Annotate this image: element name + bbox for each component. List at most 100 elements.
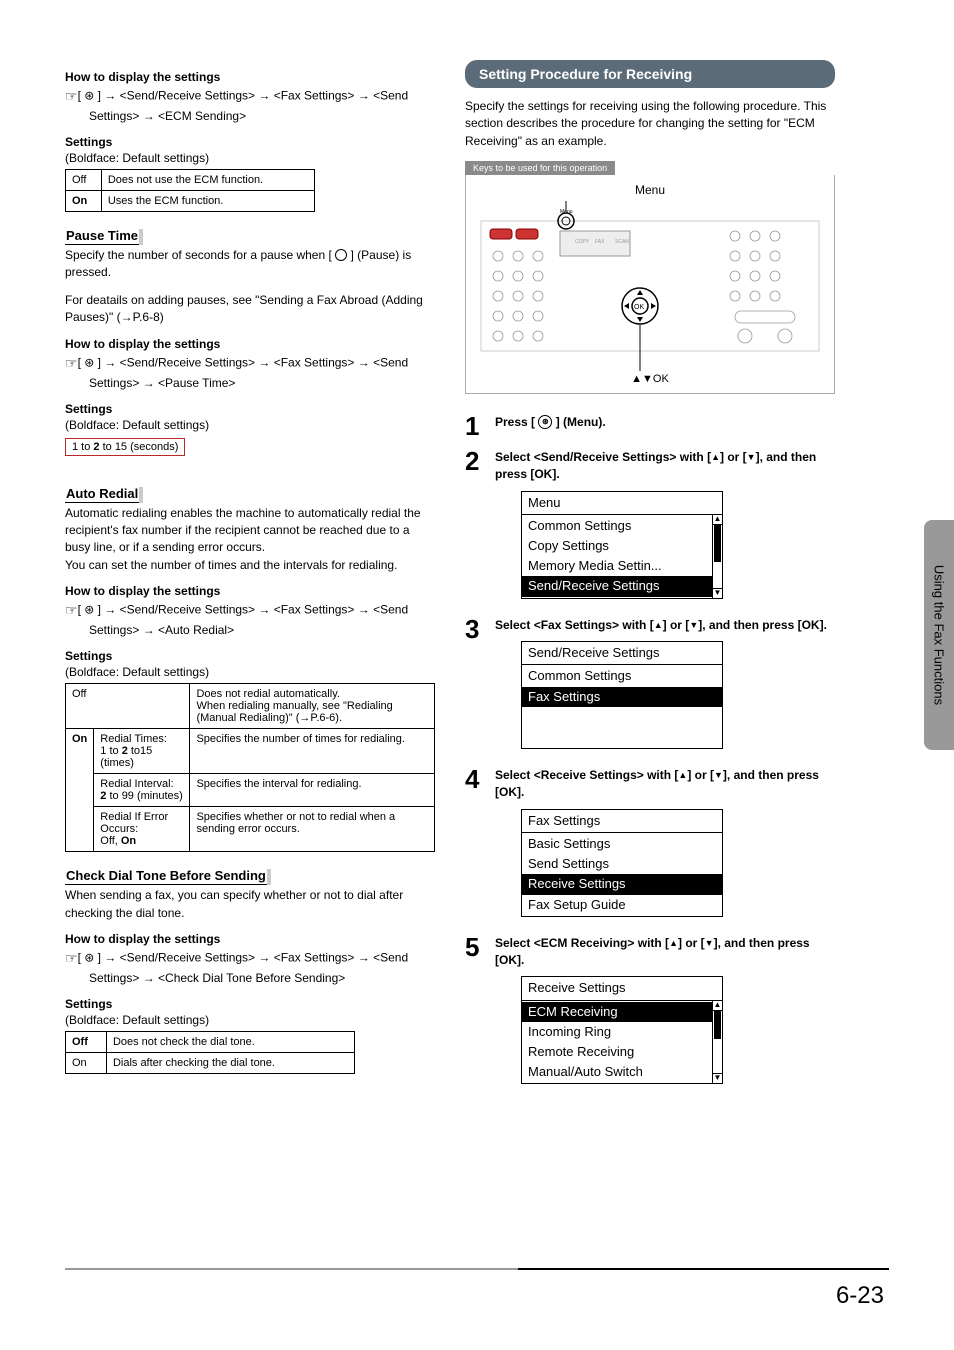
menu-item: Copy Settings [522, 536, 712, 556]
cell: Redial If Error Occurs:Off, On [94, 807, 190, 852]
menu-items: Common Settings Copy Settings Memory Med… [522, 515, 712, 598]
path-text: [ ⊛ ] → <Send/Receive Settings> → <Fax S… [78, 603, 409, 637]
step-text: Select <Send/Receive Settings> with [] o… [495, 450, 816, 481]
step-2: Select <Send/Receive Settings> with [] o… [465, 449, 835, 599]
triangle-down-icon [705, 936, 714, 950]
settings-heading: Settings [65, 402, 435, 416]
svg-text:COPY: COPY [575, 239, 590, 245]
page-number: 6-23 [836, 1282, 884, 1310]
path-text: [ ⊛ ] → <Send/Receive Settings> → <Fax S… [78, 89, 409, 123]
cell-off: Off [66, 684, 190, 729]
footer-line [65, 1268, 889, 1270]
svg-text:OK: OK [634, 304, 644, 311]
cell: Dials after checking the dial tone. [106, 1052, 354, 1073]
auto-redial-table: Off Does not redial automatically. When … [65, 683, 435, 852]
cell-off-desc: Does not redial automatically. When redi… [190, 684, 435, 729]
side-tab-label: Using the Fax Functions [932, 565, 947, 705]
section-heading-pause: Pause Time [65, 228, 435, 243]
menu-title: Send/Receive Settings [522, 642, 722, 665]
cell: Uses the ECM function. [101, 191, 314, 212]
menu-title: Menu [522, 492, 722, 515]
cell: Does not use the ECM function. [101, 170, 314, 191]
cell: Does not check the dial tone. [106, 1031, 354, 1052]
keys-box: Keys to be used for this operation Menu [465, 160, 835, 394]
step-3: Select <Fax Settings> with [] or [], and… [465, 617, 835, 750]
settings-heading: Settings [65, 997, 435, 1011]
reference-icon [65, 951, 78, 965]
ecm-path: [ ⊛ ] → <Send/Receive Settings> → <Fax S… [65, 86, 435, 125]
heading-text: Pause Time [65, 227, 141, 245]
cell: Specifies the number of times for redial… [190, 729, 435, 774]
ecm-table: OffDoes not use the ECM function. OnUses… [65, 169, 315, 212]
pause-range: 1 to 2 to 15 (seconds) [65, 438, 185, 456]
boldface-note: (Boldface: Default settings) [65, 151, 435, 165]
triangle-up-icon [678, 768, 687, 782]
auto-redial-intro: Automatic redialing enables the machine … [65, 505, 435, 575]
pause-path: [ ⊛ ] → <Send/Receive Settings> → <Fax S… [65, 353, 435, 392]
cell: Off [66, 170, 102, 191]
section-heading-dial-tone: Check Dial Tone Before Sending [65, 868, 435, 883]
menu-item: Fax Setup Guide [522, 895, 722, 915]
menu-item: Manual/Auto Switch [522, 1062, 712, 1082]
menu-items: Common Settings Fax Settings [522, 665, 722, 748]
page: How to display the settings [ ⊛ ] → <Sen… [0, 0, 954, 1350]
reference-icon [65, 355, 78, 369]
dial-tone-path: [ ⊛ ] → <Send/Receive Settings> → <Fax S… [65, 948, 435, 987]
steps: Press [ ⊛ ] (Menu). Select <Send/Receive… [465, 414, 835, 1084]
how-heading: How to display the settings [65, 337, 435, 351]
right-intro: Specify the settings for receiving using… [465, 98, 835, 150]
boldface-note: (Boldface: Default settings) [65, 418, 435, 432]
cell: Off [66, 1031, 107, 1052]
menu-item-selected: Receive Settings [522, 874, 722, 894]
cell: Redial Interval:2 to 99 (minutes) [94, 774, 190, 807]
auto-redial-path: [ ⊛ ] → <Send/Receive Settings> → <Fax S… [65, 600, 435, 639]
how-heading: How to display the settings [65, 584, 435, 598]
section-heading-auto-redial: Auto Redial [65, 486, 435, 501]
section-bar: Setting Procedure for Receiving [465, 60, 835, 88]
menu-items: ECM Receiving Incoming Ring Remote Recei… [522, 1001, 712, 1084]
scroll-up-icon: ▲ [713, 515, 722, 525]
side-tab: Using the Fax Functions [924, 520, 954, 750]
menu-item-selected: Send/Receive Settings [522, 576, 712, 596]
menu-items: Basic Settings Send Settings Receive Set… [522, 833, 722, 916]
dial-tone-table: OffDoes not check the dial tone. OnDials… [65, 1031, 355, 1074]
menu-item [522, 727, 722, 747]
menu-icon: ⊛ [538, 415, 552, 429]
menu-item: Incoming Ring [522, 1022, 712, 1042]
menu-item: Common Settings [522, 666, 722, 686]
boldface-note: (Boldface: Default settings) [65, 1013, 435, 1027]
step-1: Press [ ⊛ ] (Menu). [465, 414, 835, 431]
left-column: How to display the settings [ ⊛ ] → <Sen… [65, 60, 435, 1102]
how-heading: How to display the settings [65, 70, 435, 84]
svg-text:SCAN: SCAN [615, 239, 629, 245]
pause-icon [335, 249, 347, 261]
scroll-down-icon: ▼ [713, 1073, 722, 1083]
keys-header: Keys to be used for this operation [465, 161, 615, 175]
scrollbar: ▲ ▼ [712, 1001, 722, 1084]
reference-icon [65, 89, 78, 103]
scroll-down-icon: ▼ [713, 588, 722, 598]
menu-screen: Send/Receive Settings Common Settings Fa… [521, 641, 723, 749]
triangle-down-icon [747, 450, 756, 464]
pause-intro2: For deatails on adding pauses, see "Send… [65, 292, 435, 327]
triangle-down-icon [714, 768, 723, 782]
cell: On [66, 191, 102, 212]
reference-icon [65, 603, 78, 617]
menu-label: Menu [474, 183, 826, 197]
dial-tone-intro: When sending a fax, you can specify whet… [65, 887, 435, 922]
path-text: [ ⊛ ] → <Send/Receive Settings> → <Fax S… [78, 951, 409, 985]
cell: Specifies whether or not to redial when … [190, 807, 435, 852]
triangle-up-icon [654, 618, 663, 632]
menu-screen: Fax Settings Basic Settings Send Setting… [521, 809, 723, 917]
svg-text:FAX: FAX [595, 239, 605, 245]
menu-item-selected: ECM Receiving [522, 1002, 712, 1022]
menu-screen: Receive Settings ECM Receiving Incoming … [521, 976, 723, 1084]
cell: Specifies the interval for redialing. [190, 774, 435, 807]
control-panel-diagram: Menu [465, 175, 835, 394]
step-text: Select <ECM Receiving> with [] or [], an… [495, 936, 810, 967]
menu-item: Common Settings [522, 516, 712, 536]
columns: How to display the settings [ ⊛ ] → <Sen… [65, 60, 889, 1102]
menu-item: Memory Media Settin... [522, 556, 712, 576]
menu-screen: Menu Common Settings Copy Settings Memor… [521, 491, 723, 599]
step-text: Select <Fax Settings> with [] or [], and… [495, 618, 827, 632]
